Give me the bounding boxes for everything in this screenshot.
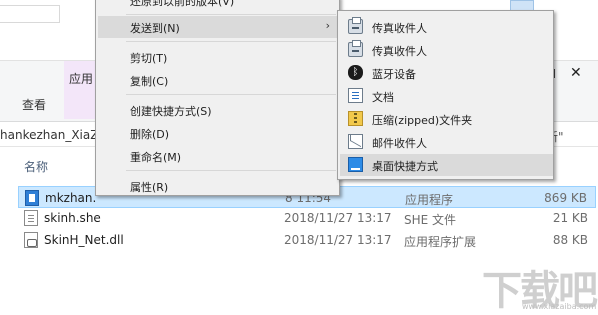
column-header-name[interactable]: 名称 [24, 158, 48, 175]
ribbon-tab-app-tools-label: 应用 [69, 72, 94, 86]
submenu-item-label: 文档 [372, 91, 394, 104]
submenu-item-label: 邮件收件人 [372, 137, 427, 150]
submenu-item-bluetooth[interactable]: ᛒ 蓝牙设备 [340, 62, 553, 84]
title-field [0, 5, 60, 23]
menu-item-copy[interactable]: 复制(C) [98, 69, 339, 91]
menu-separator [126, 94, 336, 95]
send-to-submenu: 传真收件人 传真收件人 ᛒ 蓝牙设备 文档 压缩(zipped)文件夹 邮件收件… [337, 10, 554, 180]
menu-item-label: 删除(D) [130, 128, 170, 141]
file-row-skinh-net[interactable]: SkinH_Net.dll 2018/11/27 13:17 应用程序扩展 88… [18, 229, 596, 251]
menu-item-create-shortcut[interactable]: 创建快捷方式(S) [98, 99, 339, 121]
submenu-item-fax-recipient[interactable]: 传真收件人 [340, 16, 553, 38]
submenu-item-label: 压缩(zipped)文件夹 [372, 114, 473, 127]
menu-item-label: 创建快捷方式(S) [130, 105, 212, 118]
mail-icon [348, 134, 363, 149]
menu-separator [126, 41, 336, 42]
menu-separator [126, 170, 336, 171]
documents-icon [348, 88, 363, 103]
submenu-item-label: 传真收件人 [372, 45, 427, 58]
close-button[interactable]: ✕ [570, 65, 582, 81]
menu-item-label: 还原到以前的版本(V) [130, 0, 235, 8]
watermark-url: www.xiazaiba.com [522, 302, 597, 311]
ribbon-tab-app-tools[interactable]: 应用 [64, 61, 98, 119]
watermark-logo: 下载吧 www.xiazaiba.com [482, 258, 598, 315]
file-row-skinh[interactable]: skinh.she 2018/11/27 13:17 SHE 文件 21 KB [18, 207, 596, 229]
file-name: mkzhan. [45, 191, 97, 205]
menu-item-label: 剪切(T) [130, 52, 168, 65]
address-path: hankezhan_XiaZa [0, 128, 106, 142]
exe-icon [25, 190, 39, 206]
file-type: 应用程序 [405, 193, 454, 207]
file-size: 88 KB [552, 233, 588, 247]
file-type: SHE 文件 [404, 213, 457, 227]
submenu-item-label: 蓝牙设备 [372, 68, 416, 81]
menu-separator [126, 14, 336, 15]
desktop-icon [348, 157, 363, 172]
menu-item-label: 属性(R) [130, 181, 169, 194]
file-name: SkinH_Net.dll [44, 233, 124, 247]
file-name: skinh.she [44, 211, 101, 225]
fax-icon [348, 40, 363, 57]
bluetooth-icon: ᛒ [348, 65, 363, 80]
menu-item-send-to[interactable]: 发送到(N) › [98, 16, 339, 38]
document-icon [24, 210, 38, 226]
file-date: 2018/11/27 13:17 [284, 233, 392, 247]
menu-item-label: 重命名(M) [130, 151, 182, 164]
file-size: 869 KB [544, 191, 587, 205]
submenu-item-zip-folder[interactable]: 压缩(zipped)文件夹 [340, 108, 553, 130]
menu-item-rename[interactable]: 重命名(M) [98, 145, 339, 167]
submenu-item-desktop-shortcut[interactable]: 桌面快捷方式 [340, 154, 553, 176]
menu-item-delete[interactable]: 删除(D) [98, 122, 339, 144]
submenu-item-label: 桌面快捷方式 [372, 160, 438, 173]
dll-icon [24, 232, 38, 248]
submenu-item-label: 传真收件人 [372, 22, 427, 35]
context-menu: 还原到以前的版本(V) 发送到(N) › 剪切(T) 复制(C) 创建快捷方式(… [95, 0, 340, 196]
fax-icon [348, 17, 363, 34]
menu-item-label: 复制(C) [130, 75, 169, 88]
file-size: 21 KB [552, 211, 588, 225]
submenu-item-fax-recipient-2[interactable]: 传真收件人 [340, 39, 553, 61]
menu-item-properties[interactable]: 属性(R) [98, 175, 339, 197]
submenu-item-mail-recipient[interactable]: 邮件收件人 [340, 131, 553, 153]
file-type: 应用程序扩展 [404, 235, 477, 249]
chevron-right-icon: › [325, 19, 330, 32]
submenu-item-documents[interactable]: 文档 [340, 85, 553, 107]
file-date: 2018/11/27 13:17 [284, 211, 392, 225]
ribbon-tab-view[interactable]: 查看 [22, 96, 46, 113]
menu-item-label: 发送到(N) [130, 22, 180, 35]
zip-folder-icon [348, 111, 363, 126]
menu-item-restore-versions[interactable]: 还原到以前的版本(V) [98, 0, 339, 11]
menu-item-cut[interactable]: 剪切(T) [98, 46, 339, 68]
